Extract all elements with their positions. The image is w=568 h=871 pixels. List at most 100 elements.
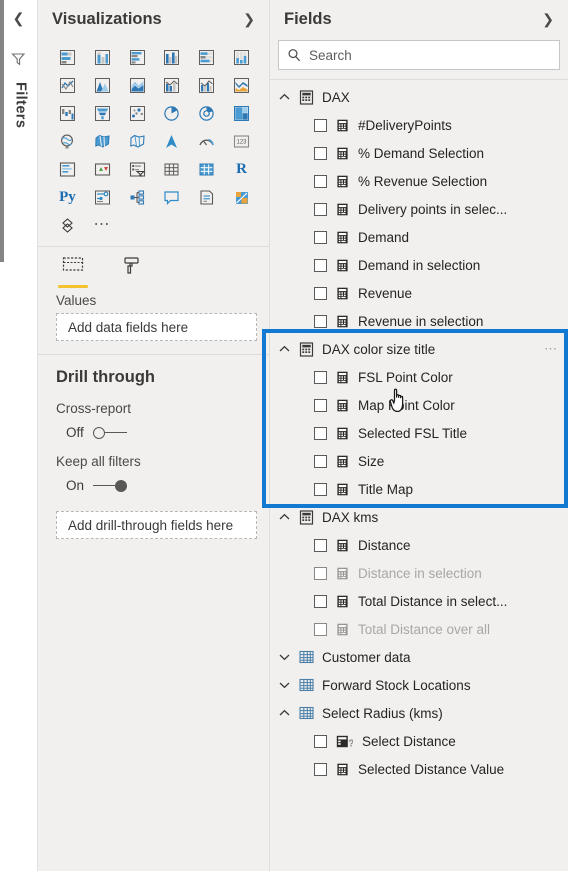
tab-build-fields[interactable] — [56, 255, 90, 289]
field-checkbox[interactable] — [314, 482, 327, 496]
tab-format-visual[interactable] — [114, 255, 148, 289]
multi-row-card-icon[interactable] — [50, 156, 85, 182]
field-list-item[interactable]: Total Distance over all — [270, 615, 568, 643]
r-script-visual-icon[interactable]: R — [224, 156, 259, 182]
clustered-bar-chart-icon[interactable] — [120, 44, 155, 70]
qna-icon[interactable] — [154, 184, 189, 210]
field-checkbox[interactable] — [314, 174, 327, 188]
line-clustered-column-chart-icon[interactable] — [189, 72, 224, 98]
field-checkbox[interactable] — [314, 566, 327, 580]
card-icon[interactable]: 123 — [224, 128, 259, 154]
stacked-area-chart-icon[interactable] — [120, 72, 155, 98]
stacked-column-chart-icon[interactable] — [85, 44, 120, 70]
search-box[interactable] — [278, 40, 560, 70]
get-more-visuals-icon[interactable] — [50, 212, 85, 238]
field-checkbox[interactable] — [314, 734, 327, 748]
field-checkbox[interactable] — [314, 314, 327, 328]
matrix-icon[interactable] — [189, 156, 224, 182]
field-list-item[interactable]: FSL Point Color — [270, 363, 568, 391]
scrollbar-thumb[interactable] — [0, 0, 4, 262]
field-list-item[interactable]: Total Distance in select... — [270, 587, 568, 615]
field-checkbox[interactable] — [314, 454, 327, 468]
key-influencers-icon[interactable] — [85, 184, 120, 210]
field-checkbox[interactable] — [314, 622, 327, 636]
field-checkbox[interactable] — [314, 146, 327, 160]
field-checkbox[interactable] — [314, 286, 327, 300]
field-checkbox[interactable] — [314, 398, 327, 412]
field-list-item[interactable]: ? Select Distance — [270, 727, 568, 755]
chevron-down-icon[interactable] — [278, 681, 291, 689]
treemap-icon[interactable] — [224, 100, 259, 126]
decomposition-tree-icon[interactable] — [120, 184, 155, 210]
map-icon[interactable] — [50, 128, 85, 154]
shape-map-icon[interactable] — [120, 128, 155, 154]
chevron-down-icon[interactable] — [278, 653, 291, 661]
slicer-icon[interactable] — [120, 156, 155, 182]
field-list-item[interactable]: Map Point Color — [270, 391, 568, 419]
field-checkbox[interactable] — [314, 594, 327, 608]
field-checkbox[interactable] — [314, 426, 327, 440]
chevron-up-icon[interactable] — [278, 93, 291, 101]
field-list-item[interactable]: Demand in selection — [270, 251, 568, 279]
field-list-item[interactable]: Distance in selection — [270, 559, 568, 587]
chevron-right-icon[interactable]: ❯ — [239, 9, 259, 30]
table-icon[interactable] — [154, 156, 189, 182]
kpi-icon[interactable] — [85, 156, 120, 182]
chevron-right-icon[interactable]: ❯ — [538, 9, 558, 30]
drill-through-dropzone[interactable]: Add drill-through fields here — [56, 511, 257, 539]
field-group-header[interactable]: DAX color size title ⋯ — [270, 335, 568, 363]
chevron-left-icon[interactable]: ❮ — [0, 8, 37, 28]
field-checkbox[interactable] — [314, 538, 327, 552]
field-checkbox[interactable] — [314, 762, 327, 776]
chevron-up-icon[interactable] — [278, 345, 291, 353]
hundred-percent-stacked-bar-chart-icon[interactable] — [189, 44, 224, 70]
paginated-report-icon[interactable] — [224, 184, 259, 210]
waterfall-chart-icon[interactable] — [50, 100, 85, 126]
field-group-header[interactable]: Customer data — [270, 643, 568, 671]
field-list-item[interactable]: % Revenue Selection — [270, 167, 568, 195]
values-dropzone[interactable]: Add data fields here — [56, 313, 257, 341]
field-checkbox[interactable] — [314, 230, 327, 244]
funnel-chart-icon[interactable] — [85, 100, 120, 126]
chevron-up-icon[interactable] — [278, 709, 291, 717]
search-input[interactable] — [309, 47, 551, 63]
filters-pane-collapsed[interactable]: ❮ Filters — [0, 0, 38, 871]
more-options-ellipsis-icon[interactable]: ⋯ — [544, 342, 560, 355]
line-chart-icon[interactable] — [50, 72, 85, 98]
area-chart-icon[interactable] — [85, 72, 120, 98]
cross-report-toggle[interactable]: Off — [38, 416, 269, 440]
field-list-item[interactable]: Selected FSL Title — [270, 419, 568, 447]
more-options-ellipsis-icon[interactable]: ⋯ — [85, 212, 120, 238]
chevron-up-icon[interactable] — [278, 513, 291, 521]
toggle-switch-off[interactable] — [93, 426, 127, 440]
scatter-chart-icon[interactable] — [120, 100, 155, 126]
field-checkbox[interactable] — [314, 202, 327, 216]
field-group-header[interactable]: Select Radius (kms) — [270, 699, 568, 727]
field-checkbox[interactable] — [314, 370, 327, 384]
field-group-header[interactable]: DAX — [270, 83, 568, 111]
field-checkbox[interactable] — [314, 118, 327, 132]
filled-map-icon[interactable] — [85, 128, 120, 154]
field-group-header[interactable]: Forward Stock Locations — [270, 671, 568, 699]
python-visual-icon[interactable]: Py — [50, 184, 85, 210]
field-list-item[interactable]: Revenue — [270, 279, 568, 307]
keep-all-filters-toggle[interactable]: On — [38, 469, 269, 493]
stacked-bar-chart-icon[interactable] — [50, 44, 85, 70]
line-stacked-column-chart-icon[interactable] — [154, 72, 189, 98]
field-list-item[interactable]: Size — [270, 447, 568, 475]
field-list-item[interactable]: Demand — [270, 223, 568, 251]
field-list-item[interactable]: #DeliveryPoints — [270, 111, 568, 139]
field-list-item[interactable]: Delivery points in selec... — [270, 195, 568, 223]
field-list-item[interactable]: Title Map — [270, 475, 568, 503]
arcgis-map-icon[interactable] — [154, 128, 189, 154]
pie-chart-icon[interactable] — [154, 100, 189, 126]
field-checkbox[interactable] — [314, 258, 327, 272]
hundred-percent-stacked-column-chart-icon[interactable] — [224, 44, 259, 70]
field-list-item[interactable]: Revenue in selection — [270, 307, 568, 335]
field-group-header[interactable]: DAX kms — [270, 503, 568, 531]
ribbon-chart-icon[interactable] — [224, 72, 259, 98]
toggle-switch-on[interactable] — [93, 479, 127, 493]
gauge-icon[interactable] — [189, 128, 224, 154]
field-list-item[interactable]: Selected Distance Value — [270, 755, 568, 783]
smart-narrative-icon[interactable] — [189, 184, 224, 210]
